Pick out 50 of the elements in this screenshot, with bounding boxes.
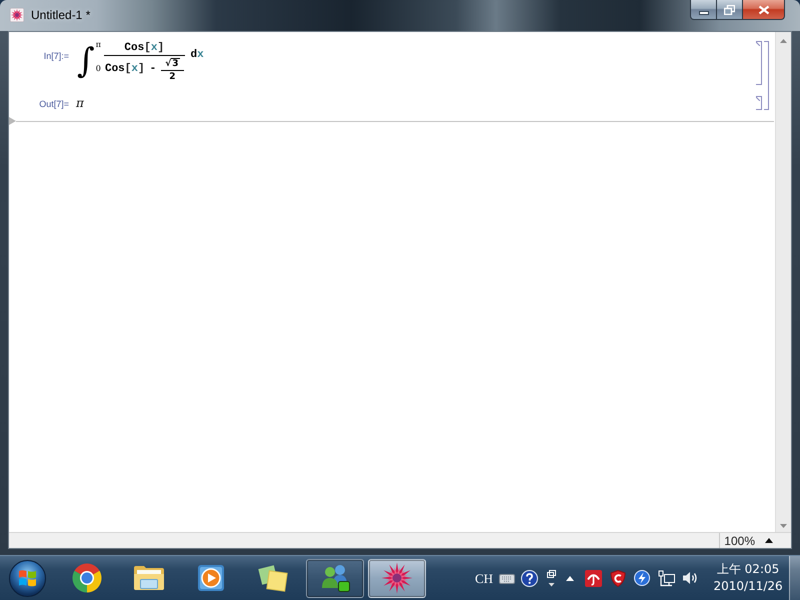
- scroll-down-icon[interactable]: [780, 524, 787, 528]
- differential: dx: [190, 48, 204, 62]
- clock-date[interactable]: 2010/11/26: [713, 578, 783, 595]
- folder-icon[interactable]: [133, 564, 165, 592]
- cell-bracket-icon[interactable]: [756, 96, 762, 110]
- show-desktop-button[interactable]: [789, 556, 800, 600]
- scrollbar[interactable]: [775, 32, 791, 532]
- restore-button[interactable]: [716, 0, 743, 20]
- notes-icon[interactable]: [257, 563, 289, 593]
- close-icon: [758, 4, 770, 14]
- output-label: Out[7]=: [38, 99, 69, 109]
- language-indicator[interactable]: CH: [475, 570, 494, 586]
- clock-time[interactable]: 上午 02:05: [716, 561, 780, 578]
- lightning-icon[interactable]: [634, 570, 650, 586]
- people-icon: [319, 563, 351, 593]
- caret-up-icon[interactable]: [566, 576, 574, 580]
- minimize-icon: [698, 10, 708, 14]
- start-orb-icon[interactable]: [8, 560, 46, 596]
- group-bracket-icon[interactable]: [764, 41, 769, 110]
- network-icon[interactable]: [658, 570, 676, 586]
- scroll-up-icon[interactable]: [780, 39, 787, 43]
- lower-limit: 0: [96, 65, 101, 73]
- taskbar-button[interactable]: [368, 558, 426, 598]
- play-icon[interactable]: [197, 564, 225, 592]
- minimize-button[interactable]: [690, 0, 717, 20]
- cell-bracket-icon[interactable]: [756, 41, 762, 85]
- minus-sign: -: [150, 62, 156, 76]
- volume-icon[interactable]: [682, 570, 700, 586]
- small-window-arrow-icon[interactable]: [547, 570, 556, 586]
- math-expression: Cos[x]: [104, 62, 145, 76]
- keyboard-icon[interactable]: [499, 572, 516, 584]
- taskbar-button[interactable]: [306, 558, 364, 598]
- upper-limit: π: [96, 41, 101, 49]
- spiky-star-icon: [381, 562, 413, 594]
- integral-sign: ∫: [77, 40, 95, 82]
- input-label: In[7]:=: [42, 51, 69, 61]
- umbrella-icon[interactable]: [585, 570, 602, 586]
- math-expression: Cos[x]: [124, 41, 164, 55]
- window-title: Untitled-1 *: [31, 8, 90, 23]
- colored-ring-icon[interactable]: [72, 563, 102, 593]
- spiky-star-icon[interactable]: [10, 8, 24, 22]
- shield-icon[interactable]: [610, 570, 626, 586]
- help-icon[interactable]: [521, 570, 538, 586]
- caret-up-icon[interactable]: [765, 538, 773, 543]
- square-root: √3: [165, 58, 180, 69]
- close-button[interactable]: [742, 0, 785, 20]
- output-value: π: [76, 96, 84, 110]
- restore-icon: [724, 4, 735, 14]
- fraction-denominator: 2: [169, 72, 176, 82]
- zoom-level[interactable]: 100%: [724, 534, 755, 548]
